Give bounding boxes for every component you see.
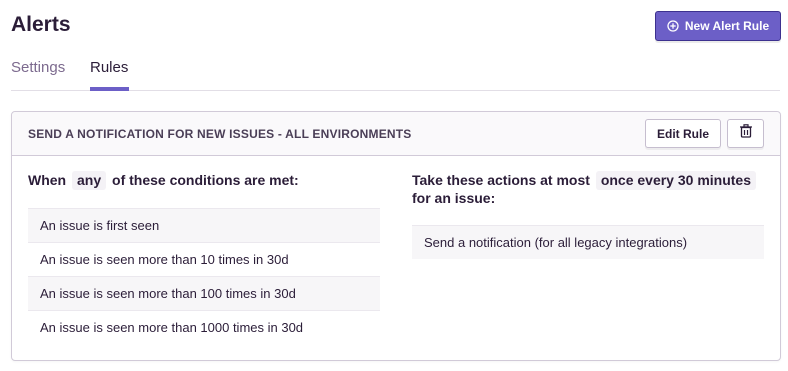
actions-heading: Take these actions at most once every 30… — [412, 171, 764, 207]
conditions-match-selector: any — [72, 171, 107, 190]
delete-rule-button[interactable] — [727, 119, 764, 148]
rule-panel: SEND A NOTIFICATION FOR NEW ISSUES - ALL… — [11, 111, 781, 361]
condition-item: An issue is seen more than 1000 times in… — [28, 310, 380, 344]
actions-frequency: once every 30 minutes — [595, 171, 756, 190]
tab-settings[interactable]: Settings — [11, 59, 65, 76]
tab-rules[interactable]: Rules — [90, 59, 128, 76]
trash-icon — [739, 124, 753, 143]
actions-list: Send a notification (for all legacy inte… — [412, 225, 764, 259]
edit-rule-button[interactable]: Edit Rule — [645, 119, 721, 148]
condition-item: An issue is first seen — [28, 208, 380, 242]
conditions-list: An issue is first seen An issue is seen … — [28, 208, 380, 344]
action-item: Send a notification (for all legacy inte… — [412, 225, 764, 259]
new-alert-rule-button[interactable]: New Alert Rule — [655, 11, 781, 41]
conditions-suffix: of these conditions are met: — [112, 172, 299, 188]
plus-circle-icon — [667, 20, 679, 32]
condition-item: An issue is seen more than 100 times in … — [28, 276, 380, 310]
actions-suffix: for an issue: — [412, 190, 496, 206]
rule-panel-header: SEND A NOTIFICATION FOR NEW ISSUES - ALL… — [12, 112, 780, 156]
new-alert-rule-label: New Alert Rule — [684, 19, 770, 33]
condition-item: An issue is seen more than 10 times in 3… — [28, 242, 380, 276]
conditions-prefix: When — [28, 172, 67, 188]
rule-title: SEND A NOTIFICATION FOR NEW ISSUES - ALL… — [28, 127, 412, 141]
page-title: Alerts — [11, 13, 71, 36]
actions-prefix: Take these actions at most — [412, 172, 590, 188]
conditions-heading: When any of these conditions are met: — [28, 171, 299, 190]
active-tab-indicator — [90, 87, 129, 91]
tab-bar: Settings Rules — [11, 57, 780, 91]
